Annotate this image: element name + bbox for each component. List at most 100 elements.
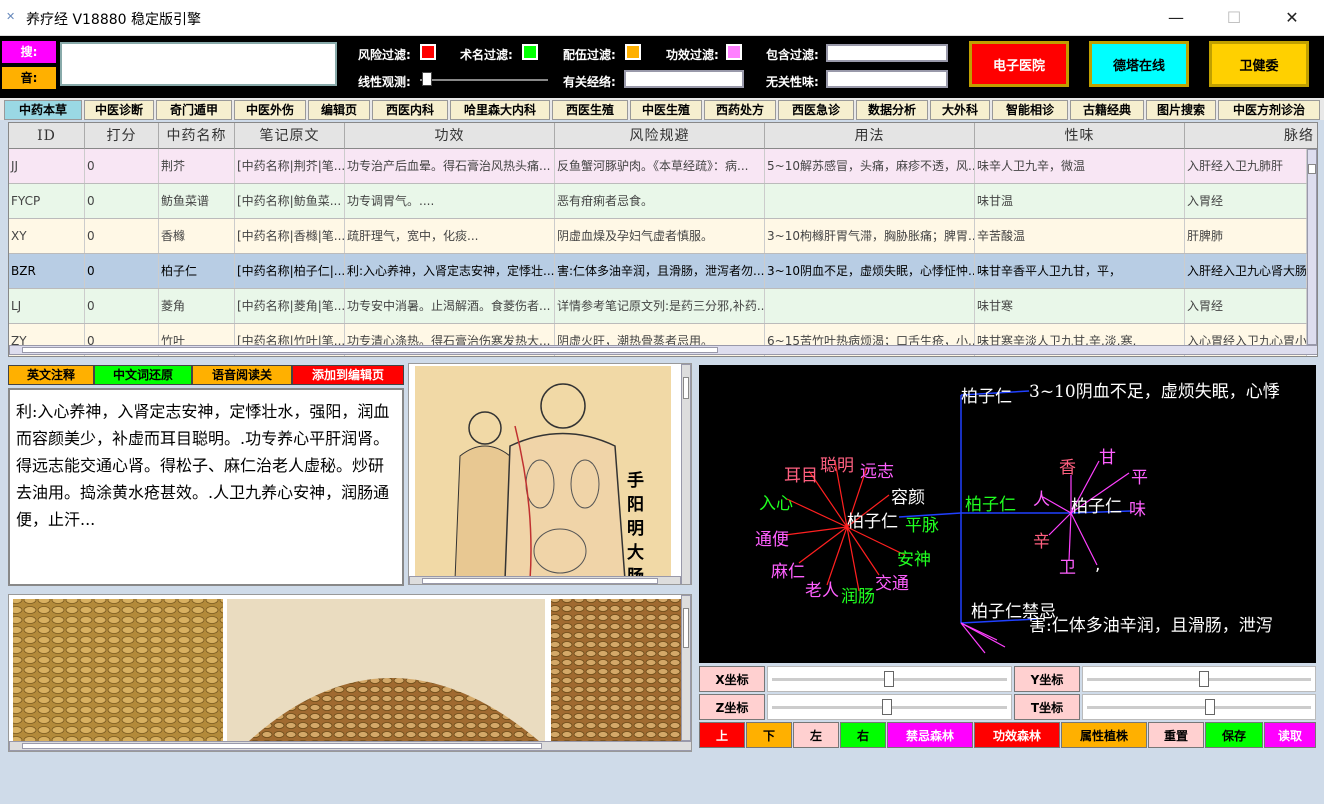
table-cell[interactable]: [中药名称|菱角|笔... [235,289,345,323]
y-coordinate-slider[interactable] [1082,666,1316,692]
table-cell[interactable]: 功专治产后血晕。得石膏治风热头痛... [345,149,555,183]
table-cell[interactable]: [中药名称|鲂鱼菜... [235,184,345,218]
risk-filter-checkbox[interactable] [420,44,436,60]
tab-western-reproductive[interactable]: 西医生殖 [552,100,628,120]
table-cell[interactable] [765,289,975,323]
column-header[interactable]: 笔记原文 [235,123,345,149]
table-cell[interactable]: 入肝经入卫九心肾大肠 [1185,254,1307,288]
reset-button[interactable]: 重置 [1148,722,1204,748]
image-horizontal-scrollbar[interactable] [409,576,681,584]
taboo-forest-button[interactable]: 禁忌森林 [887,722,973,748]
column-header[interactable]: 打分 [85,123,159,149]
tab-western-prescription[interactable]: 西药处方 [704,100,776,120]
knowledge-graph-canvas[interactable]: 柏子仁 3~10阴血不足，虚烦失眠，心悸 柏子仁 平脉 柏子仁 柏子仁 味 柏子… [699,365,1316,663]
graph-node-wei[interactable]: 卫 [1059,553,1076,578]
table-cell[interactable]: 阴虚血燥及孕妇气虚者慎服。 [555,219,765,253]
graph-node-maren[interactable]: 麻仁 [771,557,805,582]
t-coordinate-slider[interactable] [1082,694,1316,720]
table-cell[interactable]: 0 [85,254,159,288]
graph-right-node[interactable]: 柏子仁 [1071,492,1122,517]
z-coordinate-slider[interactable] [767,694,1012,720]
tab-tcm-diagnosis[interactable]: 中医诊断 [84,100,154,120]
graph-node-ping[interactable]: 平 [1131,463,1148,488]
x-coordinate-slider[interactable] [767,666,1012,692]
down-button[interactable]: 下 [746,722,792,748]
table-row[interactable]: XY 0 香橼 [中药名称|香橼|笔... 疏肝理气，宽中，化痰... 阴虚血燥及孕妇气虚… [9,219,1307,254]
table-cell[interactable]: 功专调胃气。.... [345,184,555,218]
health-committee-button[interactable]: 卫健委 [1209,41,1309,87]
column-header[interactable]: 功效 [345,123,555,149]
table-cell[interactable]: JJ [9,149,85,183]
right-button[interactable]: 右 [840,722,886,748]
tab-tcm-trauma[interactable]: 中医外伤 [234,100,306,120]
table-cell[interactable]: 害:仁体多油辛润，且滑肠，泄泻者勿... [555,254,765,288]
detha-online-button[interactable]: 德塔在线 [1089,41,1189,87]
graph-node-runchang[interactable]: 润肠 [841,582,875,607]
tab-western-emergency[interactable]: 西医急诊 [778,100,854,120]
graph-node-laoren[interactable]: 老人 [805,576,839,601]
table-cell[interactable]: 味甘寒 [975,289,1185,323]
tab-smart-diagnosis[interactable]: 智能相诊 [992,100,1068,120]
tab-general-surgery[interactable]: 大外科 [930,100,990,120]
table-cell[interactable]: 3~10枸橼肝胃气滞，胸胁胀痛；脾胃... [765,219,975,253]
related-meridian-input[interactable] [624,70,744,88]
table-cell[interactable]: 恶有疳痢者忌食。 [555,184,765,218]
table-cell[interactable]: 荆芥 [159,149,235,183]
attribute-plant-button[interactable]: 属性植株 [1061,722,1147,748]
table-cell[interactable]: 5~10解苏感冒，头痛，麻疹不透，风... [765,149,975,183]
tab-tcm-prescription[interactable]: 中医方剂诊治 [1218,100,1320,120]
graph-node-yuanzhi[interactable]: 远志 [860,457,894,482]
search-input[interactable] [60,42,337,86]
table-cell[interactable]: 鲂鱼菜谱 [159,184,235,218]
effect-filter-checkbox[interactable] [726,44,742,60]
unrelated-nature-input[interactable] [826,70,948,88]
voice-read-button[interactable]: 语音阅读关 [192,365,292,385]
table-cell[interactable]: 3~10阴血不足，虚烦失眠，心悸怔忡... [765,254,975,288]
table-cell[interactable]: 味甘辛香平人卫九甘，平， [975,254,1185,288]
table-cell[interactable]: 香橼 [159,219,235,253]
table-cell[interactable]: 入胃经 [1185,184,1307,218]
table-cell[interactable]: LJ [9,289,85,323]
table-cell[interactable]: 肝脾肺 [1185,219,1307,253]
table-cell[interactable]: FYCP [9,184,85,218]
up-button[interactable]: 上 [699,722,745,748]
graph-node-gan[interactable]: 甘 [1099,443,1116,468]
table-cell[interactable]: 0 [85,184,159,218]
tab-qimen[interactable]: 奇门遁甲 [156,100,232,120]
table-cell[interactable]: 入胃经 [1185,289,1307,323]
column-header[interactable]: 中药名称 [159,123,235,149]
surgery-filter-checkbox[interactable] [522,44,538,60]
tab-western-internal[interactable]: 西医内科 [372,100,448,120]
linear-view-slider[interactable] [420,72,548,88]
graph-node-congming[interactable]: 聪明 [820,451,854,476]
table-cell[interactable]: 味辛人卫九辛，微温 [975,149,1185,183]
table-cell[interactable]: 0 [85,289,159,323]
chinese-restore-button[interactable]: 中文词还原 [94,365,192,385]
graph-node-ruxin[interactable]: 入心 [759,489,793,514]
include-filter-input[interactable] [826,44,948,62]
tab-ancient-classics[interactable]: 古籍经典 [1070,100,1144,120]
table-cell[interactable]: [中药名称|荆芥|笔... [235,149,345,183]
table-cell[interactable]: 入肝经入卫九肺肝 [1185,149,1307,183]
column-header[interactable]: 脉络 [1185,123,1317,149]
photo-vertical-scrollbar[interactable] [681,595,691,741]
note-text-panel[interactable]: 利:入心养神，入肾定志安神，定悸壮水，强阳，润血而容颜美少，补虚而耳目聪明。.功… [8,388,404,586]
table-cell[interactable]: XY [9,219,85,253]
tab-harrison[interactable]: 哈里森大内科 [450,100,550,120]
image-vertical-scrollbar[interactable] [681,364,691,584]
graph-node-rongyan[interactable]: 容颜 [891,483,925,508]
column-header[interactable]: 用法 [765,123,975,149]
ehospital-button[interactable]: 电子医院 [969,41,1069,87]
tab-image-search[interactable]: 图片搜索 [1146,100,1216,120]
left-button[interactable]: 左 [793,722,839,748]
graph-node-xiang[interactable]: 香 [1059,453,1076,478]
graph-center-node[interactable]: 柏子仁 [847,507,898,532]
table-cell[interactable]: 辛苦酸温 [975,219,1185,253]
table-cell[interactable]: 0 [85,149,159,183]
graph-mid-node[interactable]: 柏子仁 [965,490,1016,515]
column-header[interactable]: ID [9,123,85,149]
table-cell[interactable]: 菱角 [159,289,235,323]
tab-data-analysis[interactable]: 数据分析 [856,100,928,120]
table-cell[interactable]: 功专安中消暑。止渴解酒。食菱伤者... [345,289,555,323]
table-cell[interactable]: 柏子仁 [159,254,235,288]
